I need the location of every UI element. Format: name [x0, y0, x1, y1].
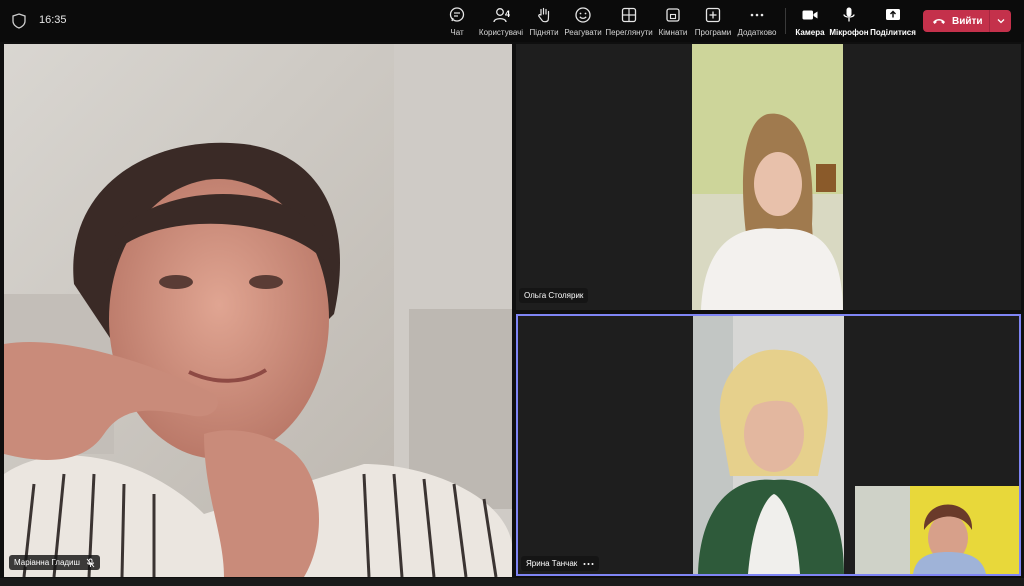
camera-label: Камера	[795, 28, 825, 37]
share-label: Поділитися	[870, 28, 916, 37]
leave-button[interactable]: Вийти	[923, 10, 1011, 32]
apps-label: Програми	[694, 28, 732, 37]
chat-icon	[449, 7, 465, 22]
view-label: Переглянути	[605, 28, 653, 37]
meeting-clock: 16:35	[39, 14, 67, 26]
participant-name-tag: Маріанна Гладиш	[9, 555, 100, 570]
microphone-button[interactable]: Мікрофон	[829, 6, 869, 38]
camera-icon	[802, 10, 818, 20]
toolbar-divider	[785, 8, 786, 34]
smile-icon	[575, 7, 591, 23]
camera-button[interactable]: Камера	[795, 6, 825, 38]
leave-main[interactable]: Вийти	[923, 10, 989, 32]
microphone-icon	[843, 7, 855, 22]
video-tile-mariana[interactable]: Маріанна Гладиш	[4, 44, 512, 577]
add-app-icon	[705, 7, 721, 23]
video-tile-yaryna[interactable]: Ярина Танчак	[516, 314, 1021, 576]
bottom-strip	[0, 578, 1024, 586]
participant-name-tag: Ярина Танчак	[521, 556, 600, 571]
participant-video-mariana	[4, 44, 512, 577]
grid-view-icon	[621, 7, 637, 23]
raise-hand-button[interactable]: Підняти	[529, 6, 559, 38]
rooms-icon	[666, 8, 680, 22]
react-button[interactable]: Реагувати	[564, 6, 602, 38]
people-count-badge: 4	[505, 9, 511, 19]
raise-hand-icon	[538, 7, 550, 23]
raise-hand-label: Підняти	[529, 28, 559, 37]
shield-icon	[12, 13, 26, 29]
more-label: Додатково	[737, 28, 777, 37]
share-button[interactable]: Поділитися	[870, 6, 916, 38]
rooms-button[interactable]: Кімнати	[658, 6, 688, 38]
chat-label: Чат	[450, 28, 464, 37]
video-tile-olga[interactable]: Ольга Столярик	[516, 44, 1021, 310]
more-button[interactable]: Додатково	[737, 6, 777, 38]
participant-name-tag: Ольга Столярик	[519, 288, 589, 303]
leave-options-button[interactable]	[990, 10, 1011, 32]
participant-video-olga	[516, 44, 1021, 310]
meeting-toolbar: 16:35 Чат 4 Користувачі Підняти Реагуват…	[0, 0, 1024, 42]
chevron-down-icon	[997, 19, 1004, 24]
hang-up-icon	[933, 19, 945, 24]
share-screen-icon	[886, 9, 900, 20]
apps-button[interactable]: Програми	[695, 6, 731, 38]
microphone-label: Мікрофон	[829, 28, 869, 37]
participant-name: Ярина Танчак	[526, 559, 578, 568]
react-label: Реагувати	[564, 28, 602, 37]
more-dots-icon	[750, 13, 764, 17]
more-options-icon[interactable]	[583, 562, 594, 566]
chat-button[interactable]: Чат	[444, 6, 470, 38]
view-button[interactable]: Переглянути	[605, 6, 653, 38]
participant-name: Маріанна Гладиш	[14, 558, 80, 567]
people-button[interactable]: 4 Користувачі	[478, 6, 524, 38]
participant-video-yaryna	[518, 316, 1019, 574]
mic-off-icon	[86, 558, 95, 568]
rooms-label: Кімнати	[658, 28, 688, 37]
people-label: Користувачі	[478, 28, 524, 37]
leave-label: Вийти	[952, 15, 983, 27]
participant-name: Ольга Столярик	[524, 291, 584, 300]
